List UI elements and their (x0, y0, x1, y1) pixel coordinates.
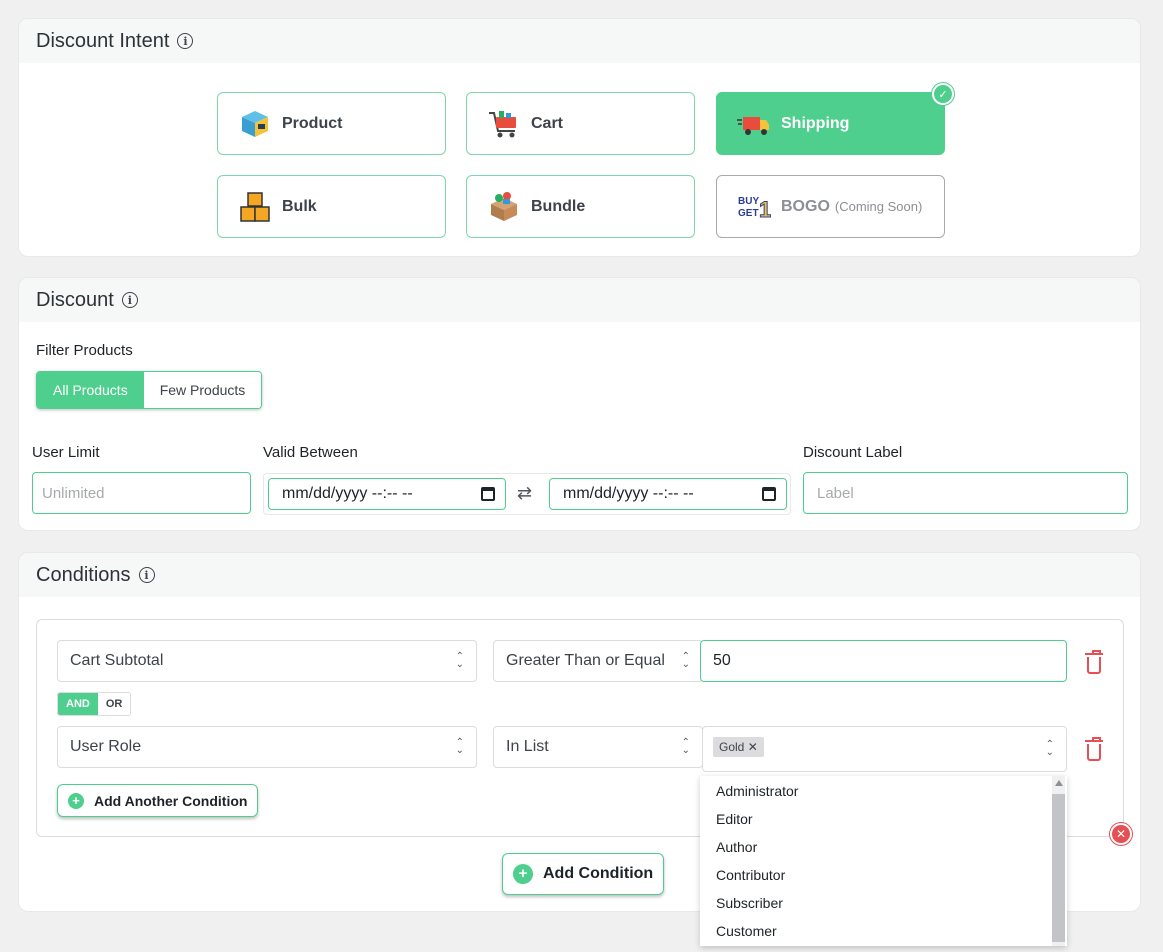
role-tag: Gold ✕ (713, 737, 764, 757)
discount-label-placeholder: Label (817, 484, 854, 502)
chevron-updown-icon: ⌃ ⌄ (1045, 739, 1054, 758)
add-another-condition-label: Add Another Condition (94, 792, 248, 809)
filter-all-products[interactable]: All Products (37, 372, 144, 408)
svg-text:BUY: BUY (738, 196, 759, 207)
trash-icon[interactable] (1085, 650, 1103, 674)
condition-field-select[interactable]: Cart Subtotal ⌃ ⌄ (57, 640, 477, 682)
dropdown-scrollbar[interactable] (1052, 776, 1065, 946)
intent-card-label: BOGO (781, 197, 830, 215)
discount-intent-panel: Discount Intent i Product Cart Shipping … (18, 18, 1141, 257)
discount-label-label: Discount Label (803, 444, 903, 461)
bogo-icon: BUY GET 1 (737, 190, 772, 224)
chevron-updown-icon: ⌃ ⌄ (455, 737, 464, 756)
dropdown-option-subscriber[interactable]: Subscriber (700, 889, 1067, 917)
user-role-multiselect[interactable]: Gold ✕ ⌃ ⌄ (702, 726, 1067, 772)
discount-header: Discount i (19, 278, 1140, 322)
intent-card-product[interactable]: Product (217, 92, 446, 155)
swap-arrows-icon: ⇄ (517, 483, 533, 503)
condition-value-text: 50 (713, 652, 731, 669)
valid-between-label: Valid Between (263, 444, 358, 461)
user-limit-label: User Limit (32, 444, 100, 461)
intent-card-label: Bulk (282, 197, 317, 215)
role-tag-label: Gold (719, 740, 745, 754)
intent-card-label: Bundle (531, 197, 586, 215)
condition-field-value: User Role (70, 738, 142, 755)
info-icon[interactable]: i (138, 567, 155, 583)
filter-products-toggle: All Products Few Products (36, 371, 263, 409)
intent-card-cart[interactable]: Cart (466, 92, 695, 155)
user-role-dropdown: Administrator Editor Author Contributor … (700, 776, 1067, 946)
discount-title: Discount (36, 288, 114, 311)
add-another-condition-button[interactable]: + Add Another Condition (57, 784, 259, 817)
intent-card-label: Cart (531, 114, 564, 132)
plus-icon: + (68, 792, 84, 809)
calendar-icon[interactable] (481, 487, 495, 501)
filter-few-products[interactable]: Few Products (143, 372, 262, 408)
chevron-updown-icon: ⌃ ⌄ (681, 737, 690, 756)
intent-card-label: Shipping (781, 114, 850, 132)
add-condition-label: Add Condition (543, 865, 654, 882)
user-limit-input[interactable]: Unlimited (32, 472, 251, 514)
intent-card-bulk[interactable]: Bulk (217, 175, 446, 238)
condition-operator-value: Greater Than or Equal (506, 652, 665, 669)
dropdown-option-contributor[interactable]: Contributor (700, 861, 1067, 889)
bundle-icon (487, 190, 521, 224)
info-icon[interactable]: i (121, 292, 138, 308)
logic-toggle: AND OR (57, 692, 132, 716)
check-icon: ✓ (932, 83, 954, 105)
trash-icon[interactable] (1085, 737, 1103, 761)
conditions-header: Conditions i (19, 553, 1140, 597)
condition-value-input[interactable]: 50 (700, 640, 1067, 682)
chevron-updown-icon: ⌃ ⌄ (681, 651, 690, 670)
date-from-input[interactable]: mm/dd/yyyy --:-- -- (268, 478, 506, 510)
condition-field-value: Cart Subtotal (70, 652, 164, 669)
condition-operator-value: In List (506, 738, 549, 755)
filter-products-label: Filter Products (36, 342, 133, 359)
tag-remove-icon[interactable]: ✕ (748, 740, 758, 754)
cart-icon (487, 107, 521, 141)
date-from-value: mm/dd/yyyy --:-- -- (282, 485, 413, 502)
intent-card-label: Product (282, 114, 343, 132)
user-limit-placeholder: Unlimited (42, 484, 105, 502)
dropdown-option-administrator[interactable]: Administrator (700, 777, 1067, 805)
svg-text:GET: GET (738, 208, 759, 219)
date-to-value: mm/dd/yyyy --:-- -- (563, 485, 694, 502)
coming-soon-note: (Coming Soon) (834, 199, 923, 214)
condition-field-select[interactable]: User Role ⌃ ⌄ (57, 726, 477, 768)
discount-intent-title: Discount Intent (36, 29, 170, 52)
intent-card-bogo: BUY GET 1 BOGO (Coming Soon) (716, 175, 945, 238)
chevron-updown-icon: ⌃ ⌄ (455, 651, 464, 670)
discount-intent-header: Discount Intent i (19, 19, 1140, 63)
date-to-input[interactable]: mm/dd/yyyy --:-- -- (549, 478, 787, 510)
intent-card-shipping[interactable]: Shipping ✓ (716, 83, 954, 155)
info-icon[interactable]: i (177, 33, 194, 49)
intent-card-bundle[interactable]: Bundle (466, 175, 695, 238)
condition-operator-select[interactable]: Greater Than or Equal ⌃ ⌄ (493, 640, 703, 682)
plus-icon: + (513, 864, 533, 884)
logic-or[interactable]: OR (97, 693, 131, 715)
dropdown-option-editor[interactable]: Editor (700, 805, 1067, 833)
discount-panel: Discount i Filter Products All Products … (18, 277, 1141, 531)
calendar-icon[interactable] (762, 487, 776, 501)
logic-and[interactable]: AND (58, 693, 98, 715)
add-condition-button[interactable]: + Add Condition (502, 853, 665, 895)
condition-operator-select[interactable]: In List ⌃ ⌄ (493, 726, 703, 768)
close-icon[interactable]: ✕ (1110, 823, 1132, 845)
conditions-title: Conditions (36, 563, 131, 586)
dropdown-option-author[interactable]: Author (700, 833, 1067, 861)
shipping-truck-icon (737, 107, 771, 141)
dropdown-option-customer[interactable]: Customer (700, 917, 1067, 945)
svg-text:1: 1 (759, 197, 771, 222)
bulk-boxes-icon (238, 190, 272, 224)
discount-label-input[interactable]: Label (803, 472, 1128, 514)
scroll-up-icon[interactable] (1055, 780, 1063, 786)
scroll-thumb[interactable] (1052, 794, 1065, 942)
product-box-icon (238, 107, 272, 141)
